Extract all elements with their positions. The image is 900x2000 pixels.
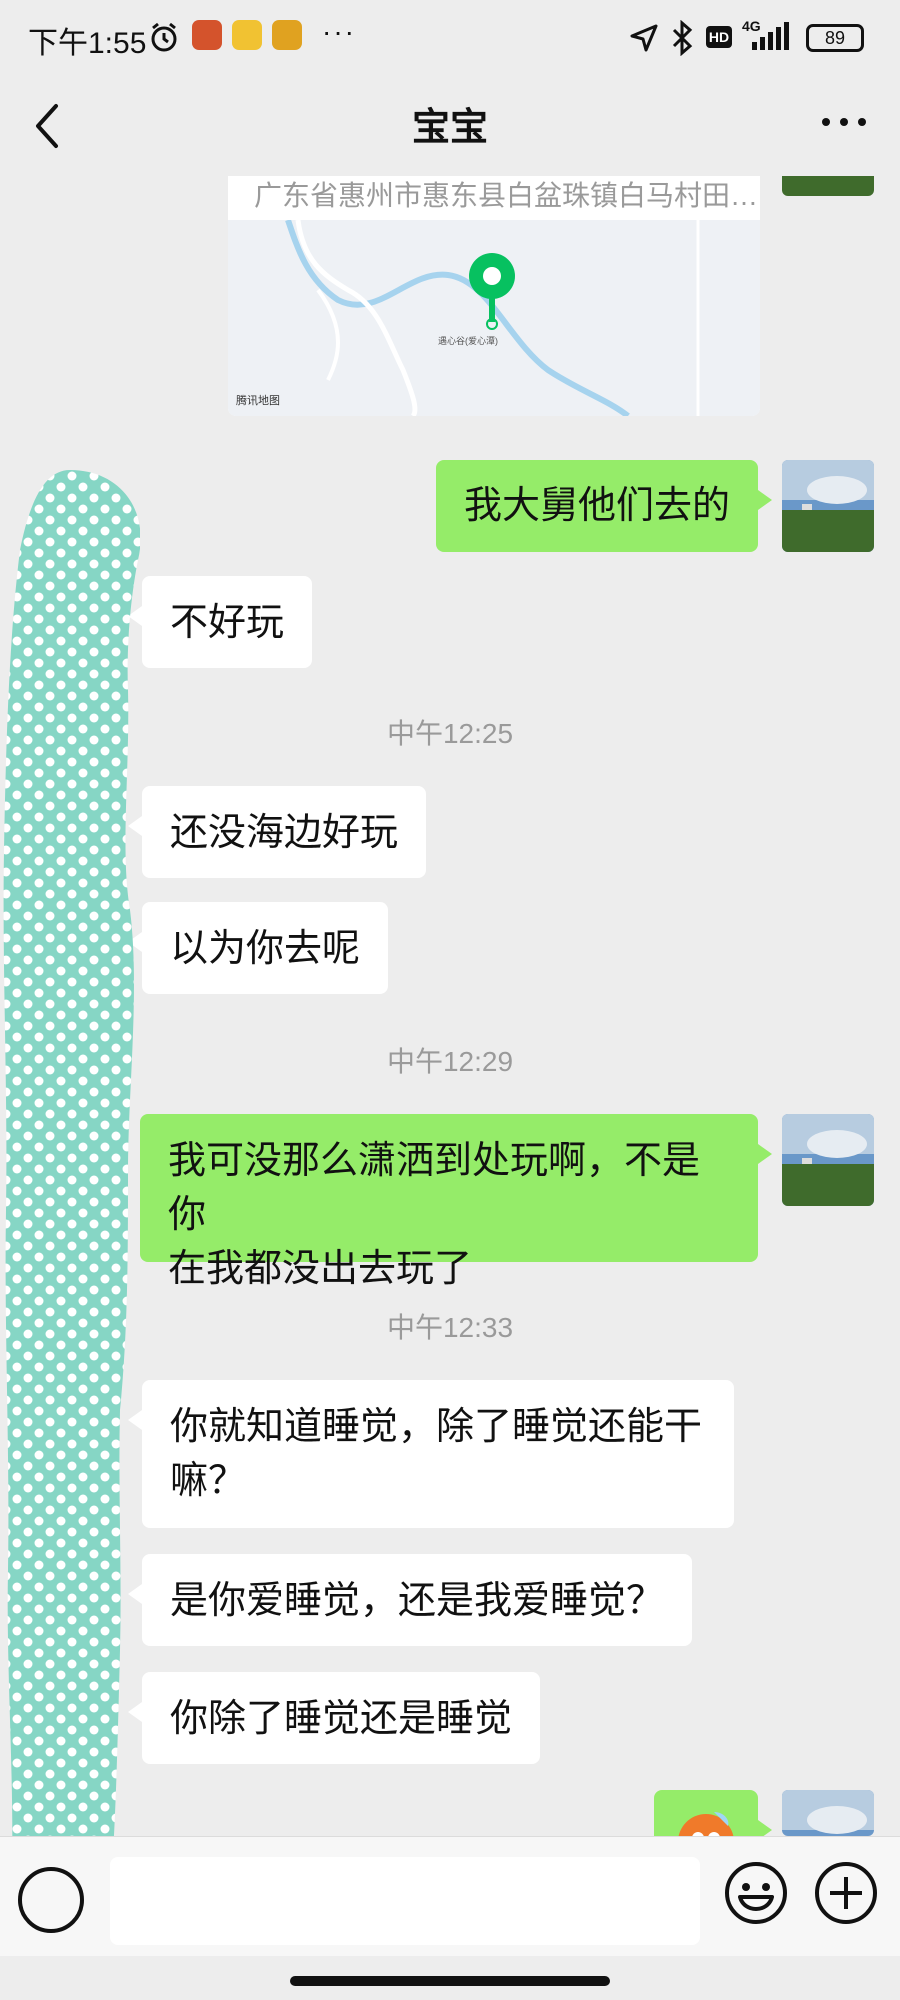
more-options-icon[interactable] xyxy=(816,102,872,142)
notes-app-icon xyxy=(232,20,262,50)
message-bubble-other[interactable]: 不好玩 xyxy=(127,576,313,668)
hd-badge: HD xyxy=(706,26,732,48)
message-text-line: 我可没那么潇洒到处玩啊，不是你 xyxy=(168,1140,701,1236)
message-text-line: 在我都没出去玩了 xyxy=(168,1248,473,1290)
self-avatar[interactable] xyxy=(782,176,874,196)
location-card[interactable]: 广东省惠州市惠东县白盆珠镇白马村田… 遇心谷(爱心潭) 腾讯地图 xyxy=(228,176,760,416)
sticker-emoji-icon xyxy=(678,1812,734,1836)
message-bubble-other[interactable]: 你除了睡觉还是睡觉 xyxy=(127,1672,541,1764)
self-avatar[interactable] xyxy=(782,460,874,552)
self-avatar[interactable] xyxy=(782,1790,874,1836)
alarm-icon xyxy=(151,22,177,52)
bluetooth-icon xyxy=(672,20,693,56)
message-text: 是你爱睡觉，还是我爱睡觉？ xyxy=(170,1580,665,1622)
privacy-scribble-overlay xyxy=(3,470,140,1930)
status-time: 下午1:55 xyxy=(28,27,147,60)
more-notifications-icon: ··· xyxy=(322,16,356,47)
message-bubble-other[interactable]: 你就知道睡觉，除了睡觉还能干 嘛？ xyxy=(128,1380,734,1528)
chat-title: 宝宝 xyxy=(411,107,488,149)
message-text: 我大舅他们去的 xyxy=(464,485,731,527)
message-bubble-other[interactable]: 以为你去呢 xyxy=(127,902,389,994)
location-address: 广东省惠州市惠东县白盆珠镇白马村田… xyxy=(254,180,759,211)
battery-icon: 89 xyxy=(806,24,864,52)
message-input[interactable] xyxy=(110,1857,700,1945)
sticker-bubble-self[interactable] xyxy=(654,1790,772,1836)
message-text-line: 你就知道睡觉，除了睡觉还能干 xyxy=(170,1406,703,1448)
add-attachment-icon[interactable] xyxy=(814,1861,878,1925)
pin-label: 遇心谷(爱心潭) xyxy=(438,336,498,346)
message-bubble-other[interactable]: 是你爱睡觉，还是我爱睡觉？ xyxy=(127,1554,693,1646)
network-type: 4G xyxy=(742,18,761,34)
voice-input-icon[interactable] xyxy=(18,1867,84,1933)
message-bubble-self[interactable]: 我大舅他们去的 xyxy=(436,460,773,552)
message-text: 还没海边好玩 xyxy=(170,812,399,854)
map-pin-icon xyxy=(469,253,515,330)
input-bar xyxy=(0,1836,900,1956)
map-attribution: 腾讯地图 xyxy=(236,395,280,407)
message-text-line: 嘛？ xyxy=(170,1460,247,1502)
music-app-icon xyxy=(192,20,222,50)
battery-level: 89 xyxy=(824,28,846,48)
signal-icon: 4G xyxy=(742,18,800,52)
chat-header: 宝宝 xyxy=(0,76,900,176)
message-text: 你除了睡觉还是睡觉 xyxy=(170,1698,513,1740)
emoji-icon[interactable] xyxy=(724,1861,788,1925)
home-indicator[interactable] xyxy=(290,1976,610,1986)
game-app-icon xyxy=(272,20,302,50)
self-avatar[interactable] xyxy=(782,1114,874,1206)
status-bar: 下午1:55 ··· HD 4G 89 xyxy=(0,0,900,76)
message-bubble-self[interactable]: 我可没那么潇洒到处玩啊，不是你 在我都没出去玩了 xyxy=(140,1114,772,1290)
message-text: 不好玩 xyxy=(170,602,285,644)
message-bubble-other[interactable]: 还没海边好玩 xyxy=(127,786,427,878)
location-arrow-icon xyxy=(630,24,658,52)
message-text: 以为你去呢 xyxy=(170,928,361,970)
